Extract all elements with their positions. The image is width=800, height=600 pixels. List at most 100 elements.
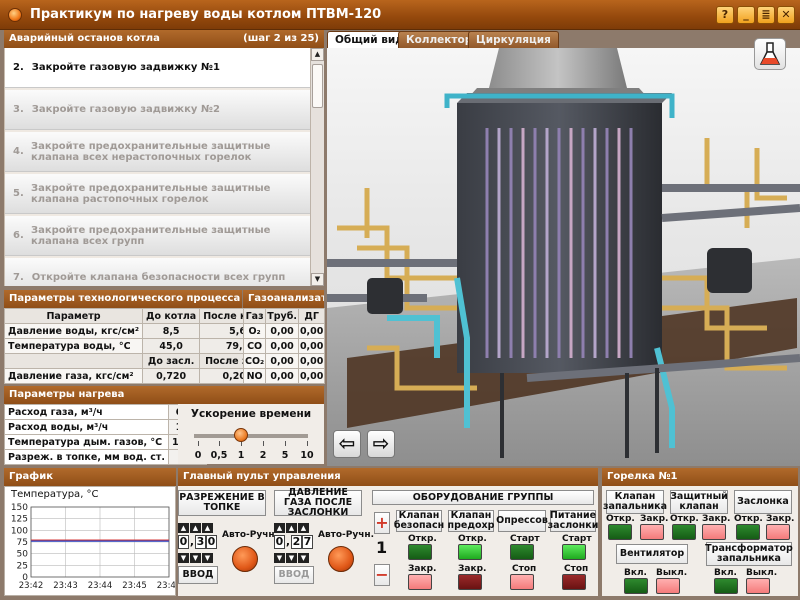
step-item[interactable]: 7. Откройте клапана безопасности всех гру… <box>5 258 310 286</box>
close-button[interactable]: ✕ <box>777 6 795 24</box>
fan-on-led[interactable] <box>624 578 648 594</box>
steps-scrollbar[interactable]: ▲ ▼ <box>310 48 324 286</box>
burner-panel: Клапан запальника Откр. Закр. Защитный к… <box>602 486 798 596</box>
relief-valve-button[interactable]: Клапан предохр <box>448 510 494 532</box>
title-bar: Практикум по нагреву воды котлом ПТВМ-12… <box>0 0 800 30</box>
step-item[interactable]: 3. Закройте газовую задвижку №2 <box>5 90 310 130</box>
pressure-test-button[interactable]: Опрессов <box>496 510 548 532</box>
fan-button[interactable]: Вентилятор <box>616 544 688 564</box>
group-number: 1 <box>376 538 388 557</box>
transformer-off-led[interactable] <box>746 578 770 594</box>
boiler-3d-view[interactable] <box>327 48 800 466</box>
step-item[interactable]: 5. Закройте предохранительные защитные кл… <box>5 174 310 214</box>
pressure-mode-knob[interactable] <box>328 546 354 572</box>
digit-up-icon[interactable]: ▲ <box>286 523 297 533</box>
pressure-enter-button[interactable]: ВВОД <box>274 566 314 584</box>
fan-off-led[interactable] <box>656 578 680 594</box>
flask-icon[interactable] <box>754 38 786 70</box>
damper-open-led[interactable] <box>736 524 760 540</box>
group-plus-button[interactable]: + <box>374 512 390 534</box>
y-tick-label: 75 <box>17 538 28 548</box>
manual-button[interactable]: ≣ <box>757 6 775 24</box>
param-label: Давление газа, кгс/см² <box>3 368 144 384</box>
pressure-test-start-led[interactable] <box>510 544 534 560</box>
col-header: До котла <box>142 308 201 324</box>
digit-down-icon[interactable]: ▼ <box>298 553 309 563</box>
digit-down-icon[interactable]: ▼ <box>190 553 201 563</box>
steps-list: 2. Закройте газовую задвижку №1 3. Закройте… <box>4 48 310 286</box>
igniter-valve-close-led[interactable] <box>640 524 664 540</box>
y-tick-label: 25 <box>17 561 28 571</box>
time-accel-slider-track[interactable] <box>194 434 308 438</box>
help-button[interactable]: ? <box>716 6 734 24</box>
digit-up-icon[interactable]: ▲ <box>178 523 189 533</box>
safety-valve-open-led[interactable] <box>408 544 432 560</box>
gas-name: NO <box>242 368 267 384</box>
tick-mark <box>307 441 308 446</box>
led-label: Вкл. <box>624 568 647 578</box>
app-logo-icon <box>8 8 22 22</box>
col-header: Газ <box>242 308 267 324</box>
tick-label: 2 <box>259 450 267 461</box>
digit-down-icon[interactable]: ▼ <box>274 553 285 563</box>
led-label: Откр. <box>670 514 699 524</box>
vacuum-enter-button[interactable]: ВВОД <box>178 566 218 584</box>
digit-up-icon[interactable]: ▲ <box>190 523 201 533</box>
steps-title: Аварийный останов котла <box>9 33 160 44</box>
protective-valve-button[interactable]: Защитный клапан <box>670 490 728 514</box>
x-tick-label: 23:44 <box>88 581 113 591</box>
gas-value: 0,00 <box>265 338 299 354</box>
scroll-down-icon[interactable]: ▼ <box>311 273 324 286</box>
damper-close-led[interactable] <box>766 524 790 540</box>
scroll-thumb[interactable] <box>312 64 323 108</box>
step-item[interactable]: 2. Закройте газовую задвижку №1 <box>5 48 310 88</box>
safety-valve-button[interactable]: Клапан безопасн <box>394 510 444 532</box>
tick-mark <box>285 441 286 446</box>
step-number: 5. <box>13 188 24 199</box>
igniter-transformer-button[interactable]: Трансформатор запальника <box>705 542 793 566</box>
digit-down-icon[interactable]: ▼ <box>202 553 213 563</box>
step-item[interactable]: 6. Закройте предохранительные защитные кл… <box>5 216 310 256</box>
damper-power-button[interactable]: Питание заслонки <box>548 510 598 532</box>
step-text: Откройте клапана безопасности всех групп <box>31 272 286 283</box>
arrow-left-icon[interactable]: ⇦ <box>333 430 361 458</box>
protective-valve-close-led[interactable] <box>702 524 726 540</box>
digit-down-icon[interactable]: ▼ <box>286 553 297 563</box>
pressure-setpoint: ▲ ▲ ▲ 0,27 ▼ ▼ ▼ <box>274 522 314 563</box>
protective-valve-open-led[interactable] <box>672 524 696 540</box>
damper-button[interactable]: Заслонка <box>734 490 792 514</box>
led-label: Старт <box>562 534 592 544</box>
step-item[interactable]: 4. Закройте предохранительные защитные кл… <box>5 132 310 172</box>
step-text: Закройте газовую задвижку №1 <box>31 62 220 73</box>
digit-down-icon[interactable]: ▼ <box>178 553 189 563</box>
igniter-valve-open-led[interactable] <box>608 524 632 540</box>
pressure-test-stop-led[interactable] <box>510 574 534 590</box>
tab-circulation[interactable]: Циркуляция <box>468 31 559 48</box>
digit-up-icon[interactable]: ▲ <box>298 523 309 533</box>
transformer-on-led[interactable] <box>714 578 738 594</box>
igniter-valve-button[interactable]: Клапан запальника <box>603 490 667 514</box>
heating-params-table: Расход газа, м³/ч6690 Расход воды, м³/ч1… <box>4 404 208 465</box>
relief-valve-open-led[interactable] <box>458 544 482 560</box>
led-label: Закр. <box>458 564 487 574</box>
safety-valve-close-led[interactable] <box>408 574 432 590</box>
arrow-right-icon[interactable]: ⇨ <box>367 430 395 458</box>
digit-up-icon[interactable]: ▲ <box>202 523 213 533</box>
group-minus-button[interactable]: − <box>374 564 390 586</box>
param-value: 8,5 <box>142 323 201 339</box>
step-text: Закройте предохранительные защитные клап… <box>31 140 271 163</box>
table-row: Расход газа, м³/ч6690 <box>4 404 208 420</box>
digit-up-icon[interactable]: ▲ <box>274 523 285 533</box>
minimize-button[interactable]: _ <box>737 6 755 24</box>
vacuum-mode-label: Авто-Ручн. <box>222 530 279 540</box>
vacuum-mode-knob[interactable] <box>232 546 258 572</box>
step-text: Закройте предохранительные защитные клап… <box>31 224 271 247</box>
led-label: Стоп <box>512 564 537 574</box>
relief-valve-close-led[interactable] <box>458 574 482 590</box>
graph-y-title: Температура, °С <box>11 489 99 500</box>
scroll-up-icon[interactable]: ▲ <box>311 48 324 61</box>
time-accel-slider-knob[interactable] <box>234 428 248 442</box>
damper-power-start-led[interactable] <box>562 544 586 560</box>
damper-power-stop-led[interactable] <box>562 574 586 590</box>
control-panel-header: Главный пульт управления <box>178 468 598 486</box>
